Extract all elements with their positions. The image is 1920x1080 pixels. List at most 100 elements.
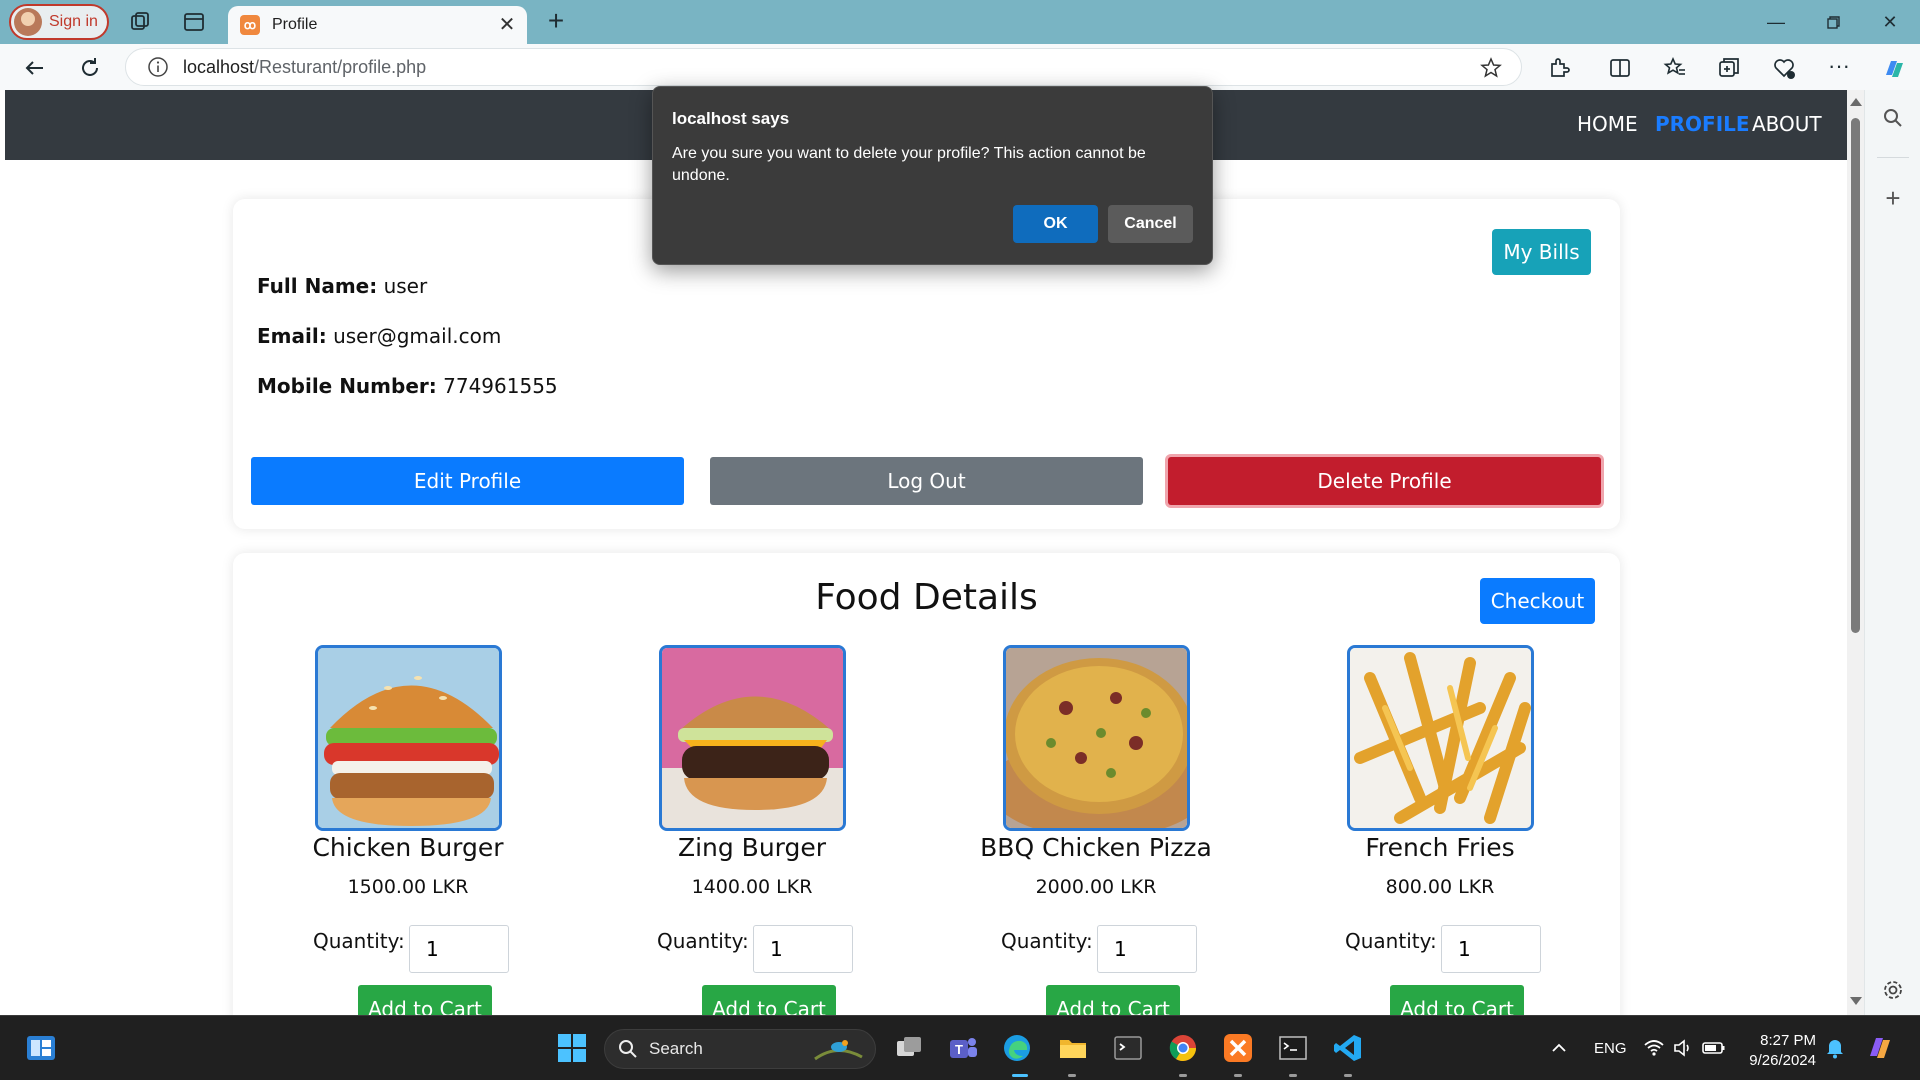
dialog-cancel-button[interactable]: Cancel bbox=[1108, 205, 1193, 243]
edge-browser-icon[interactable] bbox=[1001, 1032, 1033, 1064]
quantity-label: Quantity: bbox=[1345, 929, 1437, 953]
search-highlight-bird-icon bbox=[814, 1040, 863, 1061]
vscode-icon[interactable] bbox=[1332, 1032, 1364, 1064]
food-price: 1500.00 LKR bbox=[347, 876, 469, 898]
extensions-icon[interactable] bbox=[1545, 55, 1571, 81]
workspaces-icon[interactable] bbox=[128, 10, 152, 34]
site-info-icon[interactable] bbox=[147, 56, 169, 78]
favorites-icon[interactable] bbox=[1662, 55, 1688, 81]
command-prompt-icon[interactable] bbox=[1277, 1032, 1309, 1064]
collections-icon[interactable] bbox=[1716, 55, 1742, 81]
windows-start-icon[interactable] bbox=[556, 1032, 588, 1064]
food-item-bbq-chicken-pizza: BBQ Chicken Pizza 2000.00 LKR Quantity: … bbox=[921, 645, 1221, 1015]
taskbar-search-icon bbox=[619, 1040, 637, 1058]
taskbar-clock[interactable]: 8:27 PM 9/26/2024 bbox=[1740, 1031, 1816, 1071]
food-name: BBQ Chicken Pizza bbox=[980, 833, 1212, 862]
address-bar[interactable]: localhost/Resturant/profile.php bbox=[125, 48, 1522, 86]
add-to-cart-button[interactable]: Add to Cart bbox=[1390, 985, 1524, 1015]
tab-actions-icon[interactable] bbox=[182, 10, 206, 34]
add-sidebar-app-icon[interactable]: + bbox=[1881, 185, 1905, 211]
browser-essentials-icon[interactable] bbox=[1771, 55, 1797, 81]
file-explorer-icon[interactable] bbox=[1057, 1032, 1089, 1064]
refresh-icon[interactable] bbox=[76, 54, 104, 82]
scroll-up-arrow-icon[interactable] bbox=[1850, 98, 1862, 106]
xampp-icon[interactable] bbox=[1222, 1032, 1254, 1064]
more-menu-icon[interactable]: ··· bbox=[1826, 55, 1852, 81]
french-fries-image bbox=[1347, 645, 1534, 831]
copilot-taskbar-icon[interactable] bbox=[1864, 1032, 1896, 1064]
delete-profile-button[interactable]: Delete Profile bbox=[1168, 457, 1601, 505]
quantity-label: Quantity: bbox=[313, 929, 405, 953]
full-name-value: user bbox=[383, 274, 428, 298]
minimize-icon[interactable]: — bbox=[1762, 8, 1790, 36]
taskbar-search-box[interactable]: Search bbox=[604, 1029, 876, 1069]
scrollbar-thumb[interactable] bbox=[1851, 118, 1860, 633]
taskbar-search-label: Search bbox=[649, 1039, 703, 1058]
copilot-icon[interactable] bbox=[1880, 55, 1906, 81]
mobile-value: 774961555 bbox=[443, 374, 558, 398]
food-item-chicken-burger: Chicken Burger 1500.00 LKR Quantity: Add… bbox=[233, 645, 533, 1015]
food-name: Zing Burger bbox=[677, 833, 827, 862]
windows-taskbar: Search T ENG 8:27 PM 9/26/2024 bbox=[0, 1015, 1920, 1080]
sidebar-settings-gear-icon[interactable] bbox=[1881, 978, 1905, 1002]
running-indicator bbox=[1068, 1074, 1076, 1077]
xampp-favicon-icon: ꝏ bbox=[240, 15, 260, 35]
show-hidden-icons-chevron-icon[interactable] bbox=[1549, 1038, 1569, 1058]
avatar bbox=[14, 8, 42, 36]
add-to-cart-button[interactable]: Add to Cart bbox=[1046, 985, 1180, 1015]
sign-in-button[interactable]: Sign in bbox=[9, 4, 109, 40]
chrome-icon[interactable] bbox=[1167, 1032, 1199, 1064]
battery-icon[interactable] bbox=[1702, 1037, 1726, 1059]
quantity-label: Quantity: bbox=[657, 929, 749, 953]
tab-title: Profile bbox=[272, 16, 318, 33]
food-price: 2000.00 LKR bbox=[1035, 876, 1157, 898]
add-to-cart-button[interactable]: Add to Cart bbox=[702, 985, 836, 1015]
teams-icon[interactable]: T bbox=[947, 1032, 979, 1064]
dialog-ok-button[interactable]: OK bbox=[1013, 205, 1098, 243]
split-screen-icon[interactable] bbox=[1607, 55, 1633, 81]
nav-profile-link[interactable]: PROFILE bbox=[1655, 112, 1750, 136]
quantity-input[interactable] bbox=[409, 925, 509, 973]
my-bills-button[interactable]: My Bills bbox=[1492, 229, 1591, 275]
chicken-burger-image bbox=[315, 645, 502, 831]
dialog-message: Are you sure you want to delete your pro… bbox=[672, 145, 1146, 184]
running-indicator bbox=[1179, 1074, 1187, 1077]
page-scrollbar[interactable] bbox=[1847, 90, 1864, 1015]
scroll-down-arrow-icon[interactable] bbox=[1850, 997, 1862, 1005]
widgets-icon[interactable] bbox=[25, 1032, 57, 1064]
task-view-icon[interactable] bbox=[893, 1032, 925, 1064]
close-window-icon[interactable]: ✕ bbox=[1876, 8, 1904, 36]
quantity-input[interactable] bbox=[753, 925, 853, 973]
new-tab-button[interactable]: + bbox=[542, 7, 570, 36]
add-to-cart-button[interactable]: Add to Cart bbox=[358, 985, 492, 1015]
zing-burger-image bbox=[659, 645, 846, 831]
terminal-icon[interactable] bbox=[1112, 1032, 1144, 1064]
search-icon[interactable] bbox=[1881, 106, 1905, 130]
full-name-row: Full Name: user bbox=[257, 274, 427, 298]
volume-icon[interactable] bbox=[1672, 1037, 1694, 1059]
active-app-indicator bbox=[1012, 1074, 1028, 1077]
full-name-label: Full Name: bbox=[257, 274, 378, 298]
food-item-zing-burger: Zing Burger 1400.00 LKR Quantity: Add to… bbox=[577, 645, 877, 1015]
close-tab-icon[interactable]: ✕ bbox=[495, 13, 519, 37]
email-label: Email: bbox=[257, 324, 327, 348]
quantity-input[interactable] bbox=[1441, 925, 1541, 973]
food-details-title: Food Details bbox=[815, 577, 1038, 618]
back-icon[interactable] bbox=[21, 54, 49, 82]
restore-icon[interactable] bbox=[1819, 8, 1847, 36]
sign-in-label: Sign in bbox=[49, 13, 98, 30]
edit-profile-button[interactable]: Edit Profile bbox=[251, 457, 684, 505]
quantity-input[interactable] bbox=[1097, 925, 1197, 973]
checkout-button[interactable]: Checkout bbox=[1480, 578, 1595, 624]
bbq-chicken-pizza-image bbox=[1003, 645, 1190, 831]
nav-about-link[interactable]: ABOUT bbox=[1752, 112, 1822, 136]
log-out-button[interactable]: Log Out bbox=[710, 457, 1143, 505]
wifi-icon[interactable] bbox=[1643, 1037, 1665, 1059]
food-price: 1400.00 LKR bbox=[691, 876, 813, 898]
food-price: 800.00 LKR bbox=[1385, 876, 1495, 898]
nav-home-link[interactable]: HOME bbox=[1577, 112, 1638, 136]
notification-bell-icon[interactable] bbox=[1824, 1036, 1846, 1060]
tab-profile[interactable]: ꝏ Profile ✕ bbox=[228, 6, 527, 44]
favorite-star-icon[interactable] bbox=[1479, 56, 1503, 80]
language-indicator[interactable]: ENG bbox=[1594, 1040, 1627, 1057]
